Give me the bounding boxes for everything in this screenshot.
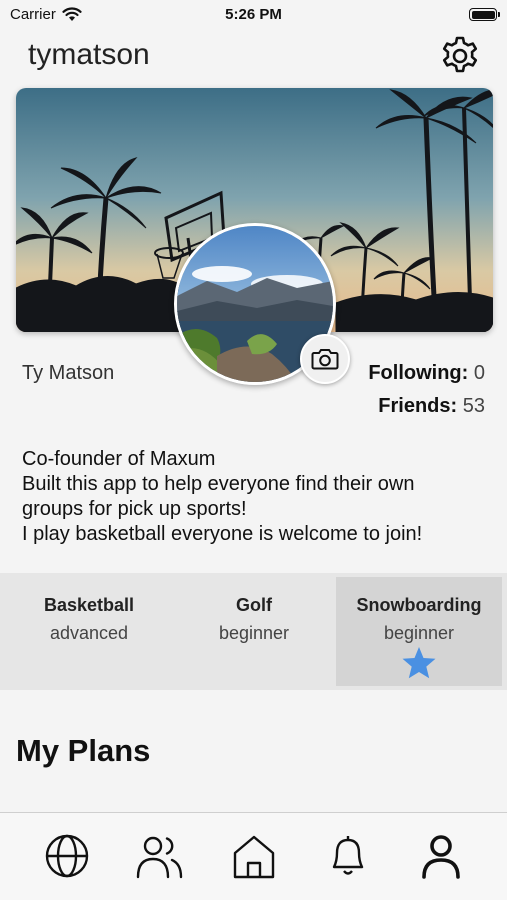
- settings-gear-icon[interactable]: [439, 35, 481, 77]
- sports-strip: Basketball advanced Golf beginner Snowbo…: [0, 573, 507, 690]
- sport-name: Basketball: [43, 595, 135, 615]
- friends-icon[interactable]: [134, 833, 184, 879]
- sport-level: advanced: [49, 623, 129, 643]
- sport-name: Golf: [236, 595, 272, 615]
- status-bar: Carrier 5:26 PM: [0, 0, 507, 30]
- home-icon[interactable]: [229, 833, 279, 879]
- bell-icon[interactable]: [323, 833, 373, 879]
- bio-line: groups for pick up sports!: [22, 498, 247, 520]
- camera-icon: [311, 349, 339, 370]
- status-time: 5:26 PM: [225, 6, 282, 23]
- profile-icon[interactable]: [416, 833, 466, 879]
- friends-label: Friends:: [378, 395, 458, 417]
- following-label: Following:: [368, 362, 469, 384]
- sport-level: beginner: [218, 623, 290, 643]
- bio-line: I play basketball everyone is welcome to…: [22, 523, 423, 545]
- bio-line: Co-founder of Maxum: [22, 448, 216, 470]
- sport-card-snowboarding[interactable]: Snowboarding beginner: [336, 577, 502, 686]
- bottom-tab-bar: [0, 812, 507, 900]
- change-photo-button[interactable]: [300, 334, 350, 384]
- profile-full-name: Ty Matson: [22, 362, 115, 384]
- bio-line: Built this app to help everyone find the…: [22, 473, 415, 495]
- following-stat[interactable]: Following: 0: [368, 362, 485, 385]
- friends-count: 53: [462, 395, 485, 417]
- friends-stat[interactable]: Friends: 53: [378, 395, 485, 418]
- following-count: 0: [473, 362, 485, 384]
- sport-level: beginner: [383, 623, 455, 643]
- favorite-star-icon: [402, 647, 436, 679]
- profile-bio: Co-founder of Maxum Built this app to he…: [22, 447, 492, 547]
- profile-username: tymatson: [28, 38, 150, 71]
- sport-card-basketball[interactable]: Basketball advanced: [6, 577, 172, 686]
- sport-name: Snowboarding: [356, 595, 482, 615]
- battery-icon: [469, 8, 500, 21]
- my-plans-heading: My Plans: [16, 733, 151, 768]
- sport-card-golf[interactable]: Golf beginner: [171, 577, 337, 686]
- globe-icon[interactable]: [42, 833, 92, 879]
